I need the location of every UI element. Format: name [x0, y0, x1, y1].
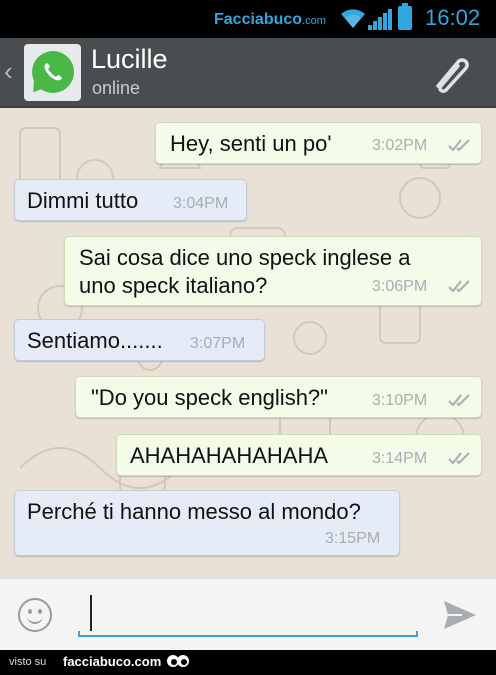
- message-bubble-outgoing[interactable]: "Do you speck english?" 3:10PM: [75, 376, 482, 418]
- double-check-icon: [448, 452, 470, 465]
- input-bar: [0, 578, 496, 650]
- status-bar: Facciabuco.com 16:02: [0, 0, 496, 38]
- input-edge-right: [416, 631, 418, 637]
- paperclip-icon[interactable]: [428, 52, 476, 96]
- double-check-icon: [448, 280, 470, 293]
- text-cursor: [90, 595, 92, 631]
- message-text: Sentiamo.......: [27, 328, 163, 353]
- contact-name[interactable]: Lucille: [91, 44, 168, 75]
- contact-status: online: [92, 78, 141, 98]
- message-text: Perché ti hanno messo al mondo?: [27, 499, 361, 524]
- status-time: 16:02: [425, 5, 481, 30]
- message-text: Dimmi tutto: [27, 188, 139, 213]
- watermark-footer: visto su facciabuco.com: [0, 650, 496, 675]
- whatsapp-logo-icon[interactable]: [24, 44, 81, 101]
- message-bubble-incoming[interactable]: Perché ti hanno messo al mondo? 3:15PM: [14, 490, 400, 556]
- message-bubble-outgoing[interactable]: Sai cosa dice uno speck inglese a uno sp…: [64, 236, 482, 306]
- footer-prefix: visto su: [9, 656, 47, 668]
- message-bubble-outgoing[interactable]: AHAHAHAHAHAHA 3:14PM: [116, 434, 482, 476]
- message-text: Hey, senti un po': [170, 131, 332, 156]
- message-time: 3:02PM: [372, 137, 428, 154]
- footer-site[interactable]: facciabuco.com: [63, 654, 161, 669]
- message-time: 3:15PM: [325, 530, 381, 547]
- chat-header: ‹ Lucille online: [0, 38, 496, 108]
- wifi-icon: [341, 9, 365, 28]
- input-edge-left: [78, 631, 80, 637]
- message-time: 3:04PM: [173, 195, 229, 212]
- message-text-line: uno speck italiano?: [79, 273, 268, 298]
- message-input[interactable]: [78, 595, 418, 637]
- chat-area[interactable]: Hey, senti un po' 3:02PM Dimmi tutto 3:0…: [0, 108, 496, 578]
- message-text: "Do you speck english?": [91, 385, 328, 410]
- message-bubble-outgoing[interactable]: Hey, senti un po' 3:02PM: [155, 122, 482, 164]
- message-bubble-incoming[interactable]: Sentiamo....... 3:07PM: [14, 319, 265, 361]
- status-brand-suffix: .com: [302, 15, 326, 27]
- double-check-icon: [448, 139, 470, 152]
- double-check-icon: [448, 394, 470, 407]
- message-bubble-incoming[interactable]: Dimmi tutto 3:04PM: [14, 179, 247, 221]
- back-chevron-icon[interactable]: ‹: [4, 56, 13, 87]
- message-time: 3:06PM: [372, 278, 428, 295]
- message-text-line: Sai cosa dice uno speck inglese a: [79, 245, 411, 270]
- status-brand: Facciabuco.com: [214, 11, 326, 29]
- battery-icon: [398, 3, 412, 30]
- send-icon[interactable]: [442, 599, 478, 631]
- message-time: 3:14PM: [372, 450, 428, 467]
- message-time: 3:10PM: [372, 392, 428, 409]
- status-brand-name: Facciabuco: [214, 11, 303, 28]
- signal-icon: [368, 9, 392, 30]
- eyes-icon: [167, 655, 189, 667]
- emoji-icon[interactable]: [18, 598, 52, 632]
- message-time: 3:07PM: [190, 335, 246, 352]
- message-text: AHAHAHAHAHAHA: [130, 443, 329, 468]
